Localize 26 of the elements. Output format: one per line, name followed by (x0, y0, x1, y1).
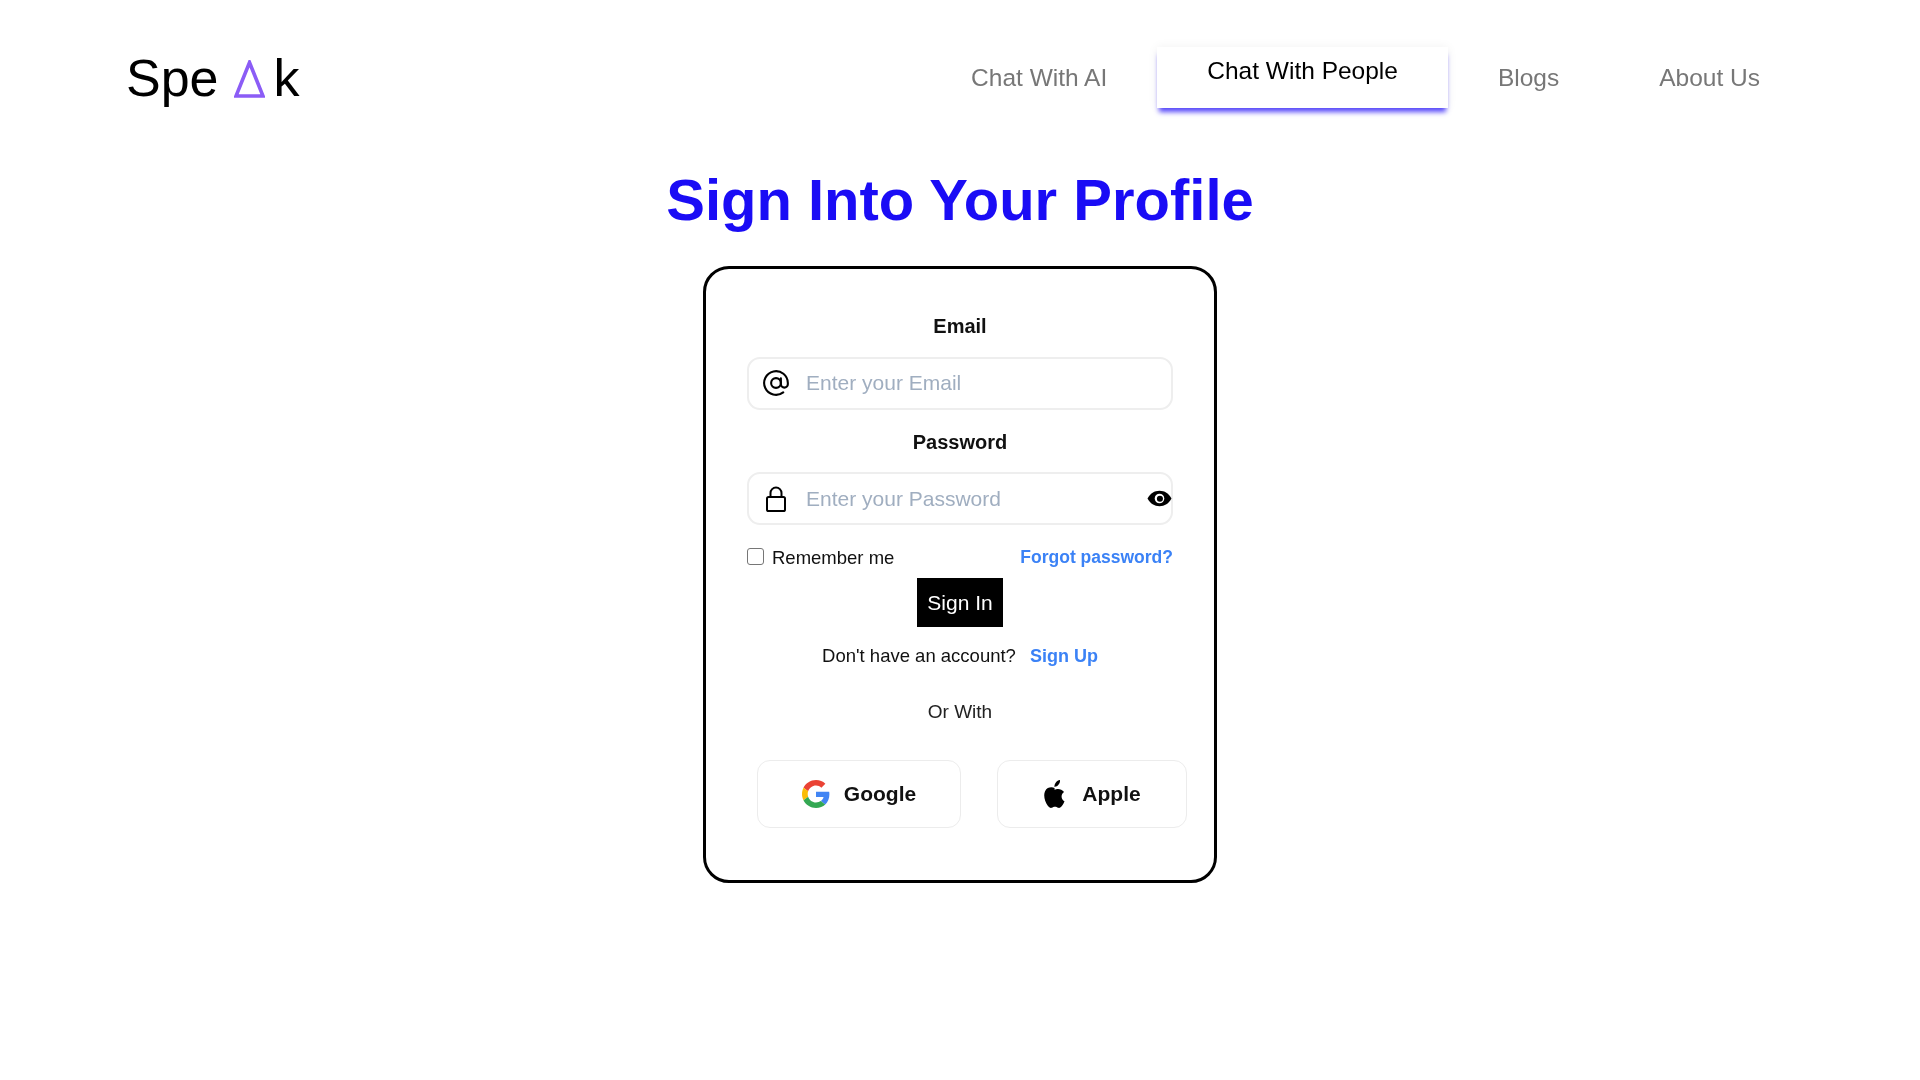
eye-icon[interactable] (1147, 490, 1172, 507)
google-icon (801, 780, 830, 808)
nav-link[interactable]: Chat With AI (921, 47, 1158, 108)
page-title: Sign Into Your Profile (666, 167, 1254, 233)
nav-link[interactable]: About Us (1609, 47, 1810, 108)
forgot-password-link[interactable]: Forgot password? (1020, 547, 1173, 568)
email-field[interactable]: Enter your Email (747, 356, 1173, 410)
at-sign-icon (763, 370, 789, 396)
nav-link[interactable]: Blogs (1447, 47, 1610, 108)
logo-text: Spe (126, 47, 219, 108)
lock-icon (766, 485, 786, 512)
logo-text: k (273, 47, 300, 108)
social-login-button[interactable]: Google (757, 760, 961, 828)
field-label: Email (933, 314, 987, 338)
checkbox[interactable] (747, 547, 764, 565)
signup-prompt: Don't have an account? (822, 645, 1016, 667)
nav-link[interactable]: Chat With People (1157, 47, 1448, 108)
field-label: Password (912, 429, 1008, 454)
apple-icon (1043, 780, 1067, 808)
social-login-button[interactable]: Apple (997, 760, 1187, 828)
remember-me-label[interactable]: Remember me (772, 546, 895, 569)
sign-up-link[interactable]: Sign Up (1029, 645, 1098, 667)
sign-in-button[interactable]: Sign In (916, 578, 1004, 627)
divider-text: Or With (927, 700, 993, 724)
triangle-icon (233, 59, 265, 98)
password-field[interactable]: Enter your Password (747, 472, 1173, 525)
